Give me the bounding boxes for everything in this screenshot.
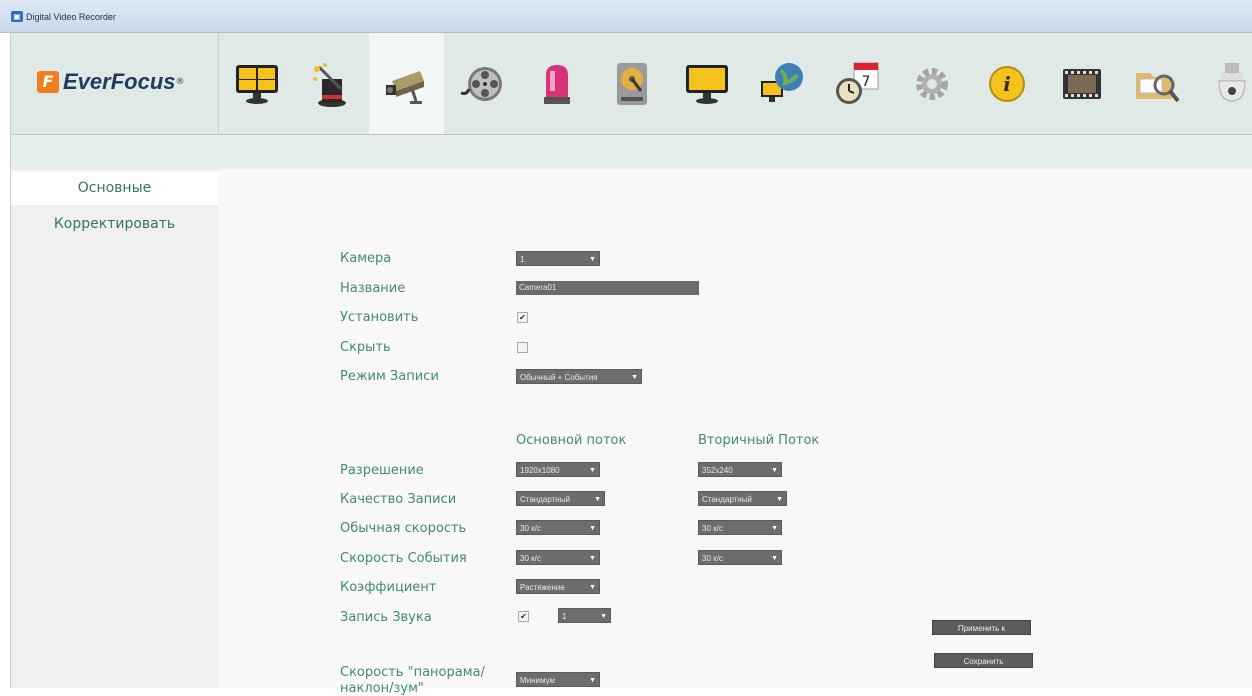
main-toolbar: F EverFocus ® 7 i <box>11 33 1252 135</box>
audio-record-label: Запись Звука <box>340 610 432 625</box>
camera-label: Камера <box>340 251 392 266</box>
install-checkbox[interactable]: ✔ <box>517 312 528 323</box>
ptz-dome-camera-icon[interactable] <box>1194 33 1252 134</box>
camera-select-value: 1 <box>520 255 525 264</box>
chevron-down-icon: ▼ <box>771 467 778 474</box>
ptz-speed-label-line1: Скорость "панорама/ <box>340 665 485 680</box>
main-resolution-select[interactable]: 1920x1080 ▼ <box>516 462 600 477</box>
chevron-down-icon: ▼ <box>771 555 778 562</box>
camera-icon[interactable] <box>369 33 444 134</box>
chevron-down-icon: ▼ <box>589 256 596 263</box>
app-area: F EverFocus ® 7 i Основные Корректироват… <box>11 33 1252 696</box>
sidebar-item-adjust[interactable]: Корректировать <box>11 207 218 241</box>
live-view-monitor-icon[interactable] <box>219 33 294 134</box>
chevron-down-icon: ▼ <box>589 677 596 684</box>
secondary-quality-select[interactable]: Стандартный ▼ <box>698 491 787 506</box>
window-titlebar: ▣ Digital Video Recorder <box>0 0 1252 33</box>
main-normal-rate-select[interactable]: 30 к/с ▼ <box>516 520 600 535</box>
brand-mark: F <box>37 71 59 93</box>
camera-settings-panel: Камера 1 ▼ Название Camera01 Установить ✔… <box>218 169 1252 696</box>
main-resolution-value: 1920x1080 <box>520 466 560 475</box>
secondary-normal-rate-value: 30 к/с <box>702 524 723 533</box>
toolbar-icons: 7 i <box>219 33 1252 134</box>
subbar <box>218 135 1252 169</box>
record-mode-select[interactable]: Обычный + События ▼ <box>516 369 642 384</box>
sidebar: Основные Корректировать <box>11 169 218 688</box>
chevron-down-icon: ▼ <box>589 555 596 562</box>
ptz-speed-value: Минимум <box>520 676 556 685</box>
normal-rate-label: Обычная скорость <box>340 521 467 536</box>
secondary-event-rate-select[interactable]: 30 к/с ▼ <box>698 550 782 565</box>
apply-to-button[interactable]: Применить к <box>932 620 1031 635</box>
chevron-down-icon: ▼ <box>600 613 607 620</box>
ptz-speed-select[interactable]: Минимум ▼ <box>516 672 600 687</box>
network-globe-icon[interactable] <box>744 33 819 134</box>
app-icon: ▣ <box>11 11 23 22</box>
secondary-event-rate-value: 30 к/с <box>702 554 723 563</box>
secondary-normal-rate-select[interactable]: 30 к/с ▼ <box>698 520 782 535</box>
ptz-speed-label-line2: наклон/зум" <box>340 681 424 696</box>
alarm-siren-icon[interactable] <box>519 33 594 134</box>
brand-logo: F EverFocus ® <box>37 69 185 95</box>
magic-wand-icon[interactable] <box>294 33 369 134</box>
search-folder-icon[interactable] <box>1119 33 1194 134</box>
record-mode-label: Режим Записи <box>340 369 439 384</box>
record-mode-value: Обычный + События <box>520 373 598 382</box>
secondary-stream-header: Вторичный Поток <box>698 433 820 448</box>
main-stream-header: Основной поток <box>516 433 627 448</box>
display-monitor-icon[interactable] <box>669 33 744 134</box>
camera-select[interactable]: 1 ▼ <box>516 251 600 266</box>
audio-channel-value: 1 <box>562 612 567 621</box>
audio-channel-select[interactable]: 1 ▼ <box>558 608 611 623</box>
audio-record-checkbox[interactable]: ✔ <box>518 611 529 622</box>
ratio-label: Коэффициент <box>340 580 437 595</box>
window-frame <box>0 33 11 688</box>
secondary-resolution-select[interactable]: 352x240 ▼ <box>698 462 782 477</box>
chevron-down-icon: ▼ <box>631 374 638 381</box>
chevron-down-icon: ▼ <box>776 496 783 503</box>
hard-disk-icon[interactable] <box>594 33 669 134</box>
gear-icon[interactable] <box>894 33 969 134</box>
install-label: Установить <box>340 310 419 325</box>
save-button[interactable]: Сохранить <box>934 653 1033 668</box>
camera-name-field[interactable]: Camera01 <box>516 281 699 295</box>
schedule-clock-icon[interactable]: 7 <box>819 33 894 134</box>
brand-name: EverFocus <box>63 69 176 94</box>
ratio-value: Растяжение <box>520 583 565 592</box>
hide-checkbox[interactable] <box>517 342 528 353</box>
window-title: Digital Video Recorder <box>26 12 116 22</box>
chevron-down-icon: ▼ <box>594 496 601 503</box>
svg-text:7: 7 <box>861 74 870 90</box>
name-label: Название <box>340 281 406 296</box>
main-event-rate-value: 30 к/с <box>520 554 541 563</box>
hide-label: Скрыть <box>340 340 391 355</box>
resolution-label: Разрешение <box>340 463 424 478</box>
main-quality-value: Стандартный <box>520 495 570 504</box>
chevron-down-icon: ▼ <box>589 584 596 591</box>
secondary-quality-value: Стандартный <box>702 495 752 504</box>
event-rate-label: Скорость События <box>340 551 467 566</box>
film-reel-icon[interactable] <box>444 33 519 134</box>
film-strip-icon[interactable] <box>1044 33 1119 134</box>
main-event-rate-select[interactable]: 30 к/с ▼ <box>516 550 600 565</box>
ratio-select[interactable]: Растяжение ▼ <box>516 579 600 594</box>
chevron-down-icon: ▼ <box>589 467 596 474</box>
svg-text:i: i <box>1003 72 1011 96</box>
subbar-left <box>11 135 218 169</box>
main-quality-select[interactable]: Стандартный ▼ <box>516 491 605 506</box>
quality-label: Качество Записи <box>340 492 457 507</box>
info-icon[interactable]: i <box>969 33 1044 134</box>
secondary-resolution-value: 352x240 <box>702 466 733 475</box>
brand-reg: ® <box>175 77 185 87</box>
chevron-down-icon: ▼ <box>589 525 596 532</box>
main-normal-rate-value: 30 к/с <box>520 524 541 533</box>
chevron-down-icon: ▼ <box>771 525 778 532</box>
sidebar-item-basic[interactable]: Основные <box>11 171 218 205</box>
